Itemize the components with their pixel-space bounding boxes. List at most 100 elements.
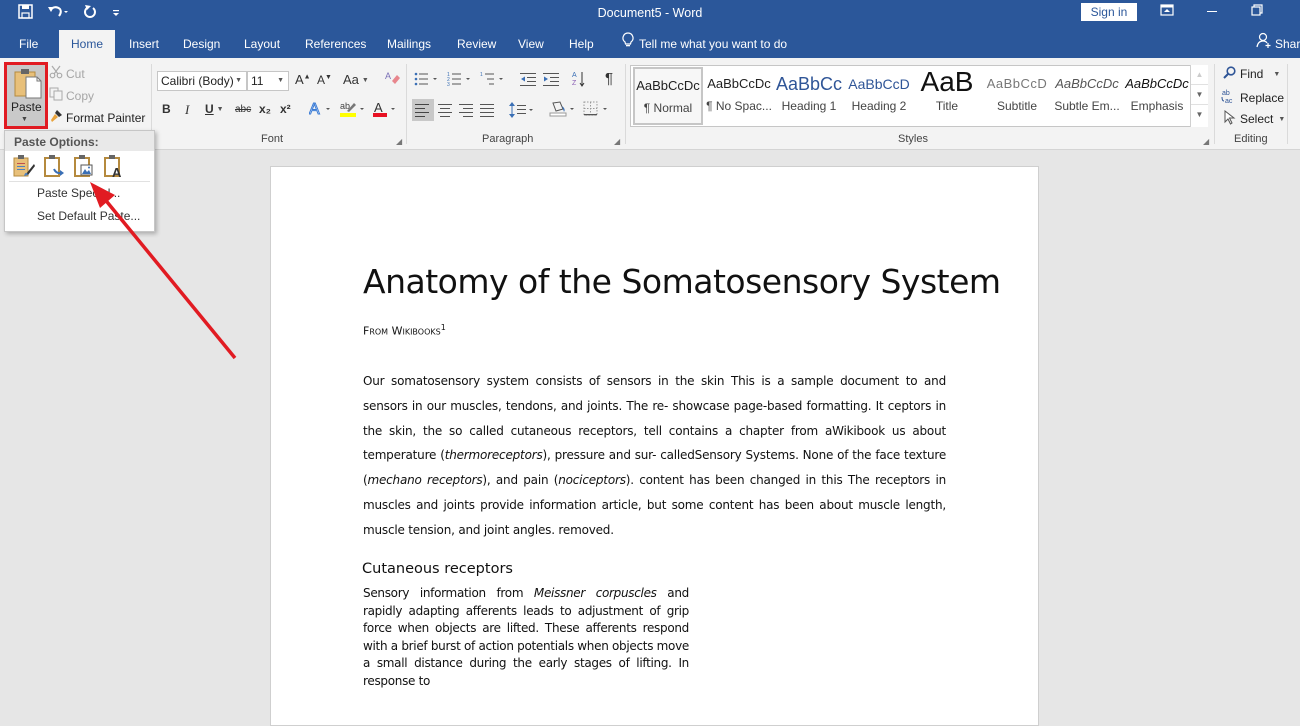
highlight-color-icon[interactable]: ab — [339, 100, 367, 121]
tab-mailings[interactable]: Mailings — [377, 30, 441, 58]
tab-view[interactable]: View — [508, 30, 554, 58]
tell-me-search[interactable]: Tell me what you want to do — [612, 30, 797, 58]
line-spacing-icon[interactable] — [509, 101, 535, 122]
style-preview: AaBbCcDc — [1055, 76, 1119, 91]
merge-formatting-icon[interactable] — [42, 154, 66, 178]
italic-run: thermoreceptors — [444, 448, 543, 463]
select-button[interactable]: Select ▼ — [1224, 109, 1285, 128]
restore-icon[interactable] — [1251, 4, 1263, 19]
underline-button[interactable]: U ▼ — [205, 102, 224, 116]
style-no-spacing[interactable]: AaBbCcDc ¶ No Spac... — [704, 67, 774, 125]
copy-icon — [49, 87, 63, 104]
find-button[interactable]: Find ▼ — [1223, 66, 1280, 82]
style-label: Emphasis — [1130, 99, 1184, 113]
text-effects-icon[interactable]: A — [309, 100, 333, 121]
shrink-font-icon[interactable]: A▼ — [317, 73, 332, 87]
share-label: Share — [1275, 37, 1300, 51]
footnote-reference[interactable]: 1 — [441, 323, 446, 332]
style-normal[interactable]: AaBbCcDc ¶ Normal — [633, 67, 703, 125]
align-right-icon[interactable] — [458, 102, 474, 121]
italic-button[interactable]: I — [185, 102, 189, 118]
ribbon-display-options-icon[interactable] — [1160, 4, 1174, 19]
scissors-icon — [49, 65, 63, 82]
more-styles-icon[interactable]: ▼ — [1191, 105, 1208, 125]
styles-dialog-launcher-icon[interactable]: ◢ — [1203, 137, 1209, 146]
svg-text:A: A — [385, 71, 391, 81]
style-preview: AaBbCcDc — [636, 78, 700, 93]
cursor-arrow-icon — [1224, 109, 1236, 128]
align-center-icon[interactable] — [437, 102, 453, 121]
style-title[interactable]: AaB Title — [912, 67, 982, 125]
font-family-combo[interactable]: Calibri (Body) ▼ — [157, 71, 247, 91]
scroll-up-icon[interactable]: ▲ — [1191, 65, 1208, 85]
document-subtitle: From Wikibooks1 — [363, 323, 446, 338]
multilevel-list-icon[interactable]: 1 — [480, 71, 506, 90]
font-dialog-launcher-icon[interactable]: ◢ — [396, 137, 402, 146]
align-left-icon[interactable] — [412, 99, 434, 121]
chevron-down-icon: ▼ — [235, 77, 242, 84]
bullets-icon[interactable] — [414, 71, 440, 90]
tab-help[interactable]: Help — [559, 30, 604, 58]
tab-references[interactable]: References — [295, 30, 376, 58]
italic-run: mechano receptors — [367, 473, 483, 488]
font-color-icon[interactable]: A — [372, 100, 400, 121]
copy-button[interactable]: Copy — [49, 87, 94, 104]
styles-scrollbar: ▲ ▼ ▼ — [1190, 65, 1208, 127]
document-title: Anatomy of the Somatosensory System — [363, 262, 1001, 301]
minimize-icon[interactable] — [1206, 3, 1218, 20]
style-preview: AaBbCcDc — [707, 76, 771, 91]
decrease-indent-icon[interactable] — [520, 71, 538, 90]
svg-text:A: A — [572, 72, 577, 79]
paragraph-dialog-launcher-icon[interactable]: ◢ — [614, 137, 620, 146]
paste-as-picture-icon[interactable] — [72, 154, 96, 178]
tab-design[interactable]: Design — [173, 30, 230, 58]
text-run: and rapidly adapting afferents leads to … — [363, 586, 689, 688]
bold-button[interactable]: B — [162, 102, 171, 116]
style-subtitle[interactable]: AaBbCcD Subtitle — [982, 67, 1052, 125]
shading-icon[interactable] — [549, 100, 577, 121]
tab-file[interactable]: File — [9, 30, 48, 58]
keep-source-formatting-icon[interactable] — [12, 154, 36, 178]
show-formatting-marks-icon[interactable]: ¶ — [605, 70, 613, 87]
tab-home[interactable]: Home — [59, 30, 115, 58]
set-default-paste-item[interactable]: Set Default Paste... — [5, 205, 154, 228]
text-run: Sensory information from — [363, 586, 534, 600]
font-size-combo[interactable]: 11 ▼ — [247, 71, 289, 91]
grow-font-icon[interactable]: A▲ — [295, 72, 311, 87]
increase-indent-icon[interactable] — [543, 71, 561, 90]
clipboard-paste-icon — [13, 67, 43, 102]
tab-layout[interactable]: Layout — [234, 30, 290, 58]
title-bar: Document5 - Word Sign in — [0, 0, 1300, 30]
paste-options-menu: Paste Options: A Paste Special... Set De… — [4, 130, 155, 232]
styles-group-label: Styles — [898, 133, 928, 145]
paste-label: Paste — [11, 100, 42, 114]
clear-formatting-icon[interactable]: A — [385, 70, 401, 89]
paste-special-item[interactable]: Paste Special... — [5, 182, 154, 205]
style-heading-1[interactable]: AaBbCc Heading 1 — [774, 67, 844, 125]
cut-button[interactable]: Cut — [49, 65, 85, 82]
body-paragraph: Our somatosensory system consists of sen… — [363, 369, 946, 543]
strikethrough-button[interactable]: abc — [235, 104, 251, 115]
style-emphasis[interactable]: AaBbCcDc Emphasis — [1122, 67, 1192, 125]
sort-icon[interactable]: AZ — [572, 70, 586, 91]
change-case-button[interactable]: Aa ▼ — [343, 72, 369, 87]
keep-text-only-icon[interactable]: A — [102, 154, 126, 180]
paste-options-header: Paste Options: — [5, 131, 154, 151]
sign-in-button[interactable]: Sign in — [1081, 3, 1137, 21]
borders-icon[interactable] — [583, 100, 611, 121]
numbering-icon[interactable]: 123 — [447, 71, 473, 90]
superscript-button[interactable]: x² — [280, 102, 291, 116]
justify-icon[interactable] — [479, 102, 495, 121]
style-preview: AaBbCcDc — [1125, 76, 1189, 91]
share-button[interactable]: Share — [1246, 30, 1300, 58]
scroll-down-icon[interactable]: ▼ — [1191, 85, 1208, 105]
format-painter-button[interactable]: Format Painter — [49, 109, 145, 126]
tab-review[interactable]: Review — [447, 30, 506, 58]
subscript-button[interactable]: x₂ — [259, 102, 271, 116]
style-heading-2[interactable]: AaBbCcD Heading 2 — [844, 67, 914, 125]
paste-button[interactable]: Paste ▼ — [4, 62, 48, 129]
style-subtle-emphasis[interactable]: AaBbCcDc Subtle Em... — [1052, 67, 1122, 125]
subtitle-text: From Wikibooks — [363, 324, 441, 338]
replace-button[interactable]: ab ac Replace — [1221, 88, 1284, 107]
tab-insert[interactable]: Insert — [119, 30, 169, 58]
